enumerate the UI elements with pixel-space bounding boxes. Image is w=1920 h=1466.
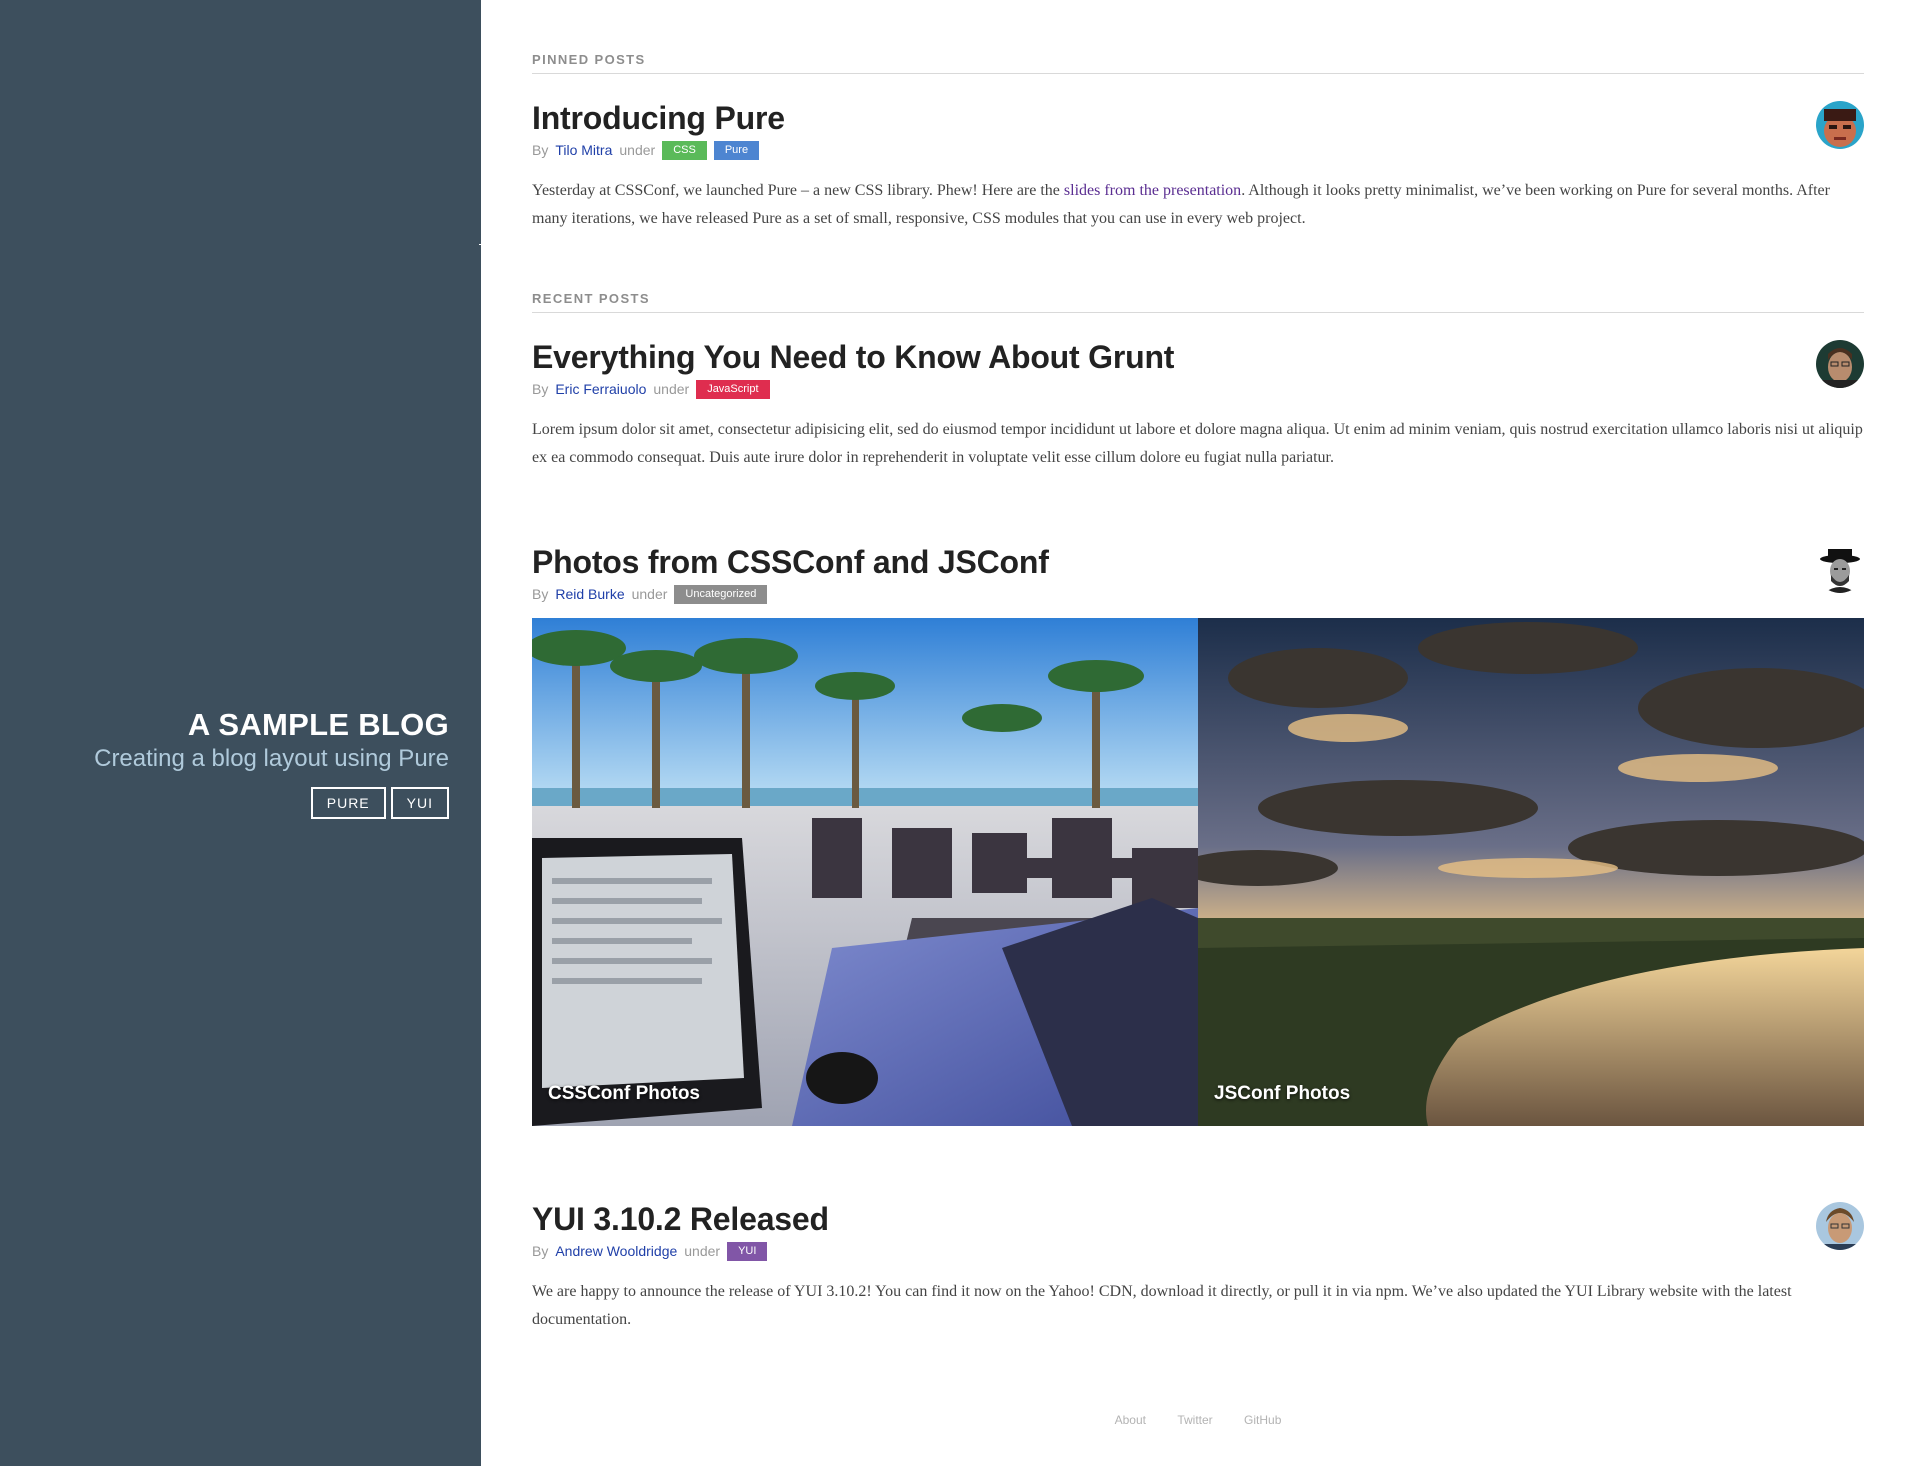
author-avatar-eric[interactable] <box>1816 340 1864 388</box>
section-label-pinned: PINNED POSTS <box>532 52 1864 74</box>
slides-link[interactable]: slides from the presentation <box>1064 182 1241 199</box>
sidebar-nav: PURE YUI <box>94 787 449 819</box>
post-meta: By Andrew Wooldridge under YUI <box>532 1241 1864 1261</box>
nav-button-yui[interactable]: YUI <box>390 787 449 819</box>
nav-button-pure[interactable]: PURE <box>310 787 386 819</box>
photo-caption: CSSConf Photos <box>548 1083 700 1104</box>
footer-link-twitter[interactable]: Twitter <box>1177 1413 1212 1427</box>
footer: About Twitter GitHub <box>532 1413 1864 1427</box>
post-meta: By Tilo Mitra under CSS Pure <box>532 140 1864 160</box>
meta-under: under <box>631 586 668 602</box>
meta-under: under <box>619 142 656 158</box>
post-photos: Photos from CSSConf and JSConf By Reid B… <box>532 542 1864 604</box>
meta-by: By <box>532 381 549 397</box>
meta-by: By <box>532 142 549 158</box>
tag-javascript[interactable]: JavaScript <box>696 379 770 399</box>
post-body: We are happy to announce the release of … <box>532 1283 1792 1328</box>
brand-header: A SAMPLE BLOG Creating a blog layout usi… <box>94 706 449 819</box>
sidebar-edge-mark <box>479 244 481 245</box>
post-title[interactable]: Photos from CSSConf and JSConf <box>532 542 1864 582</box>
footer-link-about[interactable]: About <box>1115 1413 1146 1427</box>
author-avatar-reid[interactable] <box>1816 545 1864 593</box>
tag-yui[interactable]: YUI <box>727 1241 768 1261</box>
photo-jsconf[interactable]: JSConf Photos <box>1198 618 1864 1126</box>
author-link[interactable]: Eric Ferraiuolo <box>555 379 646 399</box>
author-avatar-andrew[interactable] <box>1816 1202 1864 1250</box>
post-title[interactable]: YUI 3.10.2 Released <box>532 1199 1864 1239</box>
tag-uncategorized[interactable]: Uncategorized <box>674 584 768 604</box>
section-label-recent: RECENT POSTS <box>532 291 1864 313</box>
post-body-text: Yesterday at CSSConf, we launched Pure –… <box>532 182 1064 199</box>
post-yui-release: YUI 3.10.2 Released By Andrew Wooldridge… <box>532 1199 1864 1334</box>
post-meta: By Eric Ferraiuolo under JavaScript <box>532 379 1864 399</box>
meta-under: under <box>653 381 690 397</box>
blog-title: A SAMPLE BLOG <box>187 707 449 742</box>
meta-by: By <box>532 1243 549 1259</box>
photo-cssconf[interactable]: CSSConf Photos <box>532 618 1198 1126</box>
meta-by: By <box>532 586 549 602</box>
author-link[interactable]: Reid Burke <box>555 584 624 604</box>
post-grunt: Everything You Need to Know About Grunt … <box>532 337 1864 472</box>
photo-jsconf-image <box>1198 618 1864 1126</box>
blog-tagline: Creating a blog layout using Pure <box>94 745 449 772</box>
meta-under: under <box>684 1243 721 1259</box>
tag-pure[interactable]: Pure <box>713 140 760 160</box>
main-content: PINNED POSTS Introducing Pure By Tilo Mi… <box>532 0 1864 1466</box>
author-link[interactable]: Andrew Wooldridge <box>555 1241 677 1261</box>
tag-css[interactable]: CSS <box>662 140 707 160</box>
post-meta: By Reid Burke under Uncategorized <box>532 584 1864 604</box>
author-avatar-tilo[interactable] <box>1816 101 1864 149</box>
footer-link-github[interactable]: GitHub <box>1244 1413 1281 1427</box>
photo-gallery: CSSConf Photos JSConf Photos <box>532 618 1864 1126</box>
sidebar: A SAMPLE BLOG Creating a blog layout usi… <box>0 0 481 1466</box>
post-introducing-pure: Introducing Pure By Tilo Mitra under CSS… <box>532 98 1864 233</box>
photo-caption: JSConf Photos <box>1214 1083 1351 1104</box>
photo-cssconf-image <box>532 618 1198 1126</box>
post-body: Lorem ipsum dolor sit amet, consectetur … <box>532 421 1863 466</box>
post-title[interactable]: Everything You Need to Know About Grunt <box>532 337 1864 377</box>
post-title[interactable]: Introducing Pure <box>532 98 1864 138</box>
post-body: Yesterday at CSSConf, we launched Pure –… <box>532 177 1864 233</box>
author-link[interactable]: Tilo Mitra <box>555 140 612 160</box>
